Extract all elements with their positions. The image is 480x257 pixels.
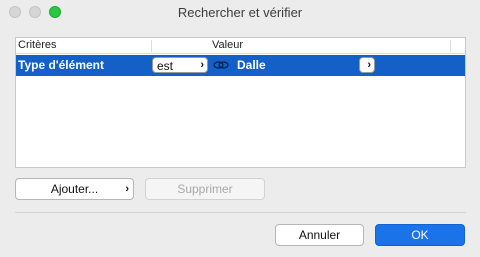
- operator-value: est: [157, 59, 174, 73]
- add-button-label: Ajouter...: [50, 182, 99, 196]
- title-bar: Rechercher et vérifier: [0, 0, 480, 25]
- divider: [15, 212, 466, 213]
- chevron-right-icon: ›: [367, 59, 371, 71]
- table-row[interactable]: Type d'élément est › Dalle ›: [16, 55, 465, 76]
- operator-popup[interactable]: est ›: [152, 57, 208, 73]
- criterion-cell: Type d'élément: [18, 58, 104, 72]
- add-button[interactable]: Ajouter... ›: [15, 178, 134, 200]
- value-cell: Dalle: [237, 58, 266, 72]
- column-divider: [450, 40, 451, 52]
- chevron-right-icon: ›: [200, 59, 204, 71]
- ok-button[interactable]: OK: [375, 224, 465, 246]
- criteria-table: Critères Valeur Type d'élément est › Dal…: [15, 37, 466, 168]
- delete-button[interactable]: Supprimer: [145, 178, 265, 200]
- column-header-value[interactable]: Valeur: [212, 39, 243, 51]
- cancel-button[interactable]: Annuler: [275, 224, 364, 246]
- chevron-right-icon: ›: [125, 183, 129, 195]
- value-popup-button[interactable]: ›: [359, 57, 375, 73]
- column-divider: [151, 40, 152, 52]
- column-header-criteria[interactable]: Critères: [18, 39, 57, 51]
- link-icon[interactable]: [213, 58, 229, 72]
- window-title: Rechercher et vérifier: [177, 5, 303, 20]
- table-header: Critères Valeur: [16, 38, 465, 54]
